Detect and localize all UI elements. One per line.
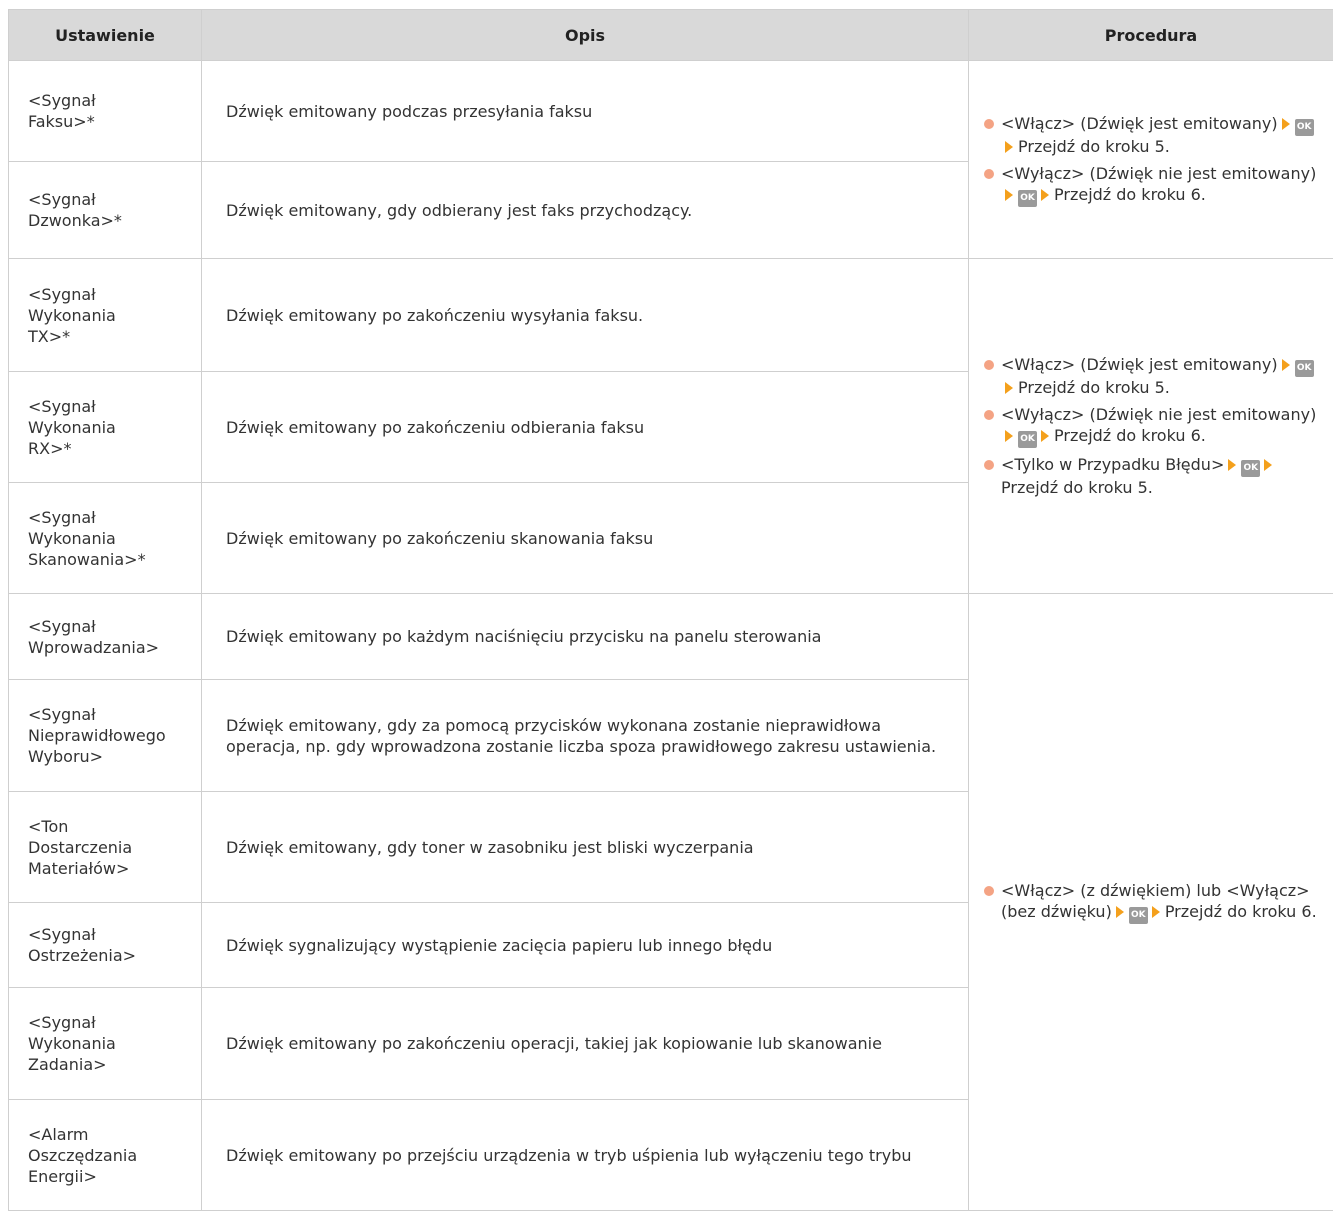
procedure-list: <Włącz> (Dźwięk jest emitowany) OK Przejdź… bbox=[979, 354, 1325, 498]
arrow-right-icon bbox=[1228, 459, 1236, 471]
arrow-right-icon bbox=[1282, 118, 1290, 130]
procedure-option: <Wyłącz> (Dźwięk nie jest emitowany) bbox=[1001, 405, 1316, 424]
procedure-item: <Włącz> (z dźwiękiem) lub <Wyłącz> (bez … bbox=[979, 880, 1325, 924]
setting-cell: <Sygnał Wykonania Skanowania>* bbox=[9, 483, 202, 594]
bullet-icon bbox=[984, 886, 994, 896]
ok-key-icon: OK bbox=[1018, 190, 1037, 207]
procedure-option: <Tylko w Przypadku Błędu> bbox=[1001, 455, 1224, 474]
arrow-right-icon bbox=[1005, 430, 1013, 442]
ok-key-icon: OK bbox=[1295, 360, 1314, 377]
procedure-item: <Wyłącz> (Dźwięk nie jest emitowany) OK Pr… bbox=[979, 163, 1325, 207]
procedure-cell: <Włącz> (Dźwięk jest emitowany) OK Przejdź… bbox=[969, 259, 1333, 594]
settings-table: Ustawienie Opis Procedura <Sygnał Faksu>… bbox=[8, 9, 1333, 1211]
ok-key-icon: OK bbox=[1018, 431, 1037, 448]
description-cell: Dźwięk emitowany, gdy toner w zasobniku … bbox=[202, 792, 969, 903]
description-cell: Dźwięk emitowany po zakończeniu odbieran… bbox=[202, 372, 969, 483]
setting-cell: <Sygnał Wykonania TX>* bbox=[9, 259, 202, 372]
ok-key-icon: OK bbox=[1241, 460, 1260, 477]
procedure-item: <Wyłącz> (Dźwięk nie jest emitowany) OK Pr… bbox=[979, 404, 1325, 448]
description-cell: Dźwięk emitowany po zakończeniu wysyłani… bbox=[202, 259, 969, 372]
setting-cell: <Sygnał Wykonania Zadania> bbox=[9, 988, 202, 1100]
procedure-action: Przejdź do kroku 6. bbox=[1165, 902, 1317, 921]
arrow-right-icon bbox=[1041, 189, 1049, 201]
arrow-right-icon bbox=[1005, 382, 1013, 394]
arrow-right-icon bbox=[1282, 359, 1290, 371]
bullet-icon bbox=[984, 119, 994, 129]
description-cell: Dźwięk emitowany, gdy za pomocą przycisk… bbox=[202, 680, 969, 792]
description-cell: Dźwięk sygnalizujący wystąpienie zacięci… bbox=[202, 903, 969, 988]
table-row: <Sygnał Wykonania TX>* Dźwięk emitowany … bbox=[9, 259, 1333, 372]
ok-key-icon: OK bbox=[1129, 907, 1148, 924]
setting-cell: <Sygnał Ostrzeżenia> bbox=[9, 903, 202, 988]
procedure-cell: <Włącz> (z dźwiękiem) lub <Wyłącz> (bez … bbox=[969, 594, 1333, 1211]
procedure-item: <Włącz> (Dźwięk jest emitowany) OK Przejdź… bbox=[979, 113, 1325, 157]
description-cell: Dźwięk emitowany podczas przesyłania fak… bbox=[202, 61, 969, 162]
description-cell: Dźwięk emitowany po każdym naciśnięciu p… bbox=[202, 594, 969, 680]
arrow-right-icon bbox=[1264, 459, 1272, 471]
header-setting: Ustawienie bbox=[9, 10, 202, 61]
table-header-row: Ustawienie Opis Procedura bbox=[9, 10, 1333, 61]
bullet-icon bbox=[984, 410, 994, 420]
procedure-option: <Wyłącz> (Dźwięk nie jest emitowany) bbox=[1001, 164, 1316, 183]
arrow-right-icon bbox=[1005, 189, 1013, 201]
ok-key-icon: OK bbox=[1295, 119, 1314, 136]
header-description: Opis bbox=[202, 10, 969, 61]
description-cell: Dźwięk emitowany po zakończeniu skanowan… bbox=[202, 483, 969, 594]
arrow-right-icon bbox=[1152, 906, 1160, 918]
procedure-action: Przejdź do kroku 5. bbox=[1018, 137, 1170, 156]
procedure-item: <Włącz> (Dźwięk jest emitowany) OK Przejdź… bbox=[979, 354, 1325, 398]
setting-cell: <Sygnał Dzwonka>* bbox=[9, 162, 202, 259]
bullet-icon bbox=[984, 460, 994, 470]
procedure-option: <Włącz> (Dźwięk jest emitowany) bbox=[1001, 114, 1278, 133]
setting-cell: <Sygnał Nieprawidłowego Wyboru> bbox=[9, 680, 202, 792]
setting-cell: <Sygnał Wprowadzania> bbox=[9, 594, 202, 680]
procedure-option: <Włącz> (Dźwięk jest emitowany) bbox=[1001, 355, 1278, 374]
arrow-right-icon bbox=[1116, 906, 1124, 918]
description-cell: Dźwięk emitowany, gdy odbierany jest fak… bbox=[202, 162, 969, 259]
procedure-list: <Włącz> (z dźwiękiem) lub <Wyłącz> (bez … bbox=[979, 880, 1325, 924]
description-cell: Dźwięk emitowany po zakończeniu operacji… bbox=[202, 988, 969, 1100]
setting-cell: <Sygnał Wykonania RX>* bbox=[9, 372, 202, 483]
header-procedure: Procedura bbox=[969, 10, 1333, 61]
arrow-right-icon bbox=[1041, 430, 1049, 442]
table-row: <Sygnał Faksu>* Dźwięk emitowany podczas… bbox=[9, 61, 1333, 162]
setting-cell: <Ton Dostarczenia Materiałów> bbox=[9, 792, 202, 903]
procedure-action: Przejdź do kroku 5. bbox=[1018, 378, 1170, 397]
setting-cell: <Alarm Oszczędzania Energii> bbox=[9, 1100, 202, 1211]
procedure-action: Przejdź do kroku 5. bbox=[1001, 478, 1153, 497]
procedure-list: <Włącz> (Dźwięk jest emitowany) OK Przejdź… bbox=[979, 113, 1325, 207]
bullet-icon bbox=[984, 360, 994, 370]
bullet-icon bbox=[984, 169, 994, 179]
procedure-item: <Tylko w Przypadku Błędu> OK Przejdź do kr… bbox=[979, 454, 1325, 498]
procedure-cell: <Włącz> (Dźwięk jest emitowany) OK Przejdź… bbox=[969, 61, 1333, 259]
procedure-action: Przejdź do kroku 6. bbox=[1054, 426, 1206, 445]
setting-cell: <Sygnał Faksu>* bbox=[9, 61, 202, 162]
arrow-right-icon bbox=[1005, 141, 1013, 153]
table-row: <Sygnał Wprowadzania> Dźwięk emitowany p… bbox=[9, 594, 1333, 680]
description-cell: Dźwięk emitowany po przejściu urządzenia… bbox=[202, 1100, 969, 1211]
procedure-action: Przejdź do kroku 6. bbox=[1054, 185, 1206, 204]
